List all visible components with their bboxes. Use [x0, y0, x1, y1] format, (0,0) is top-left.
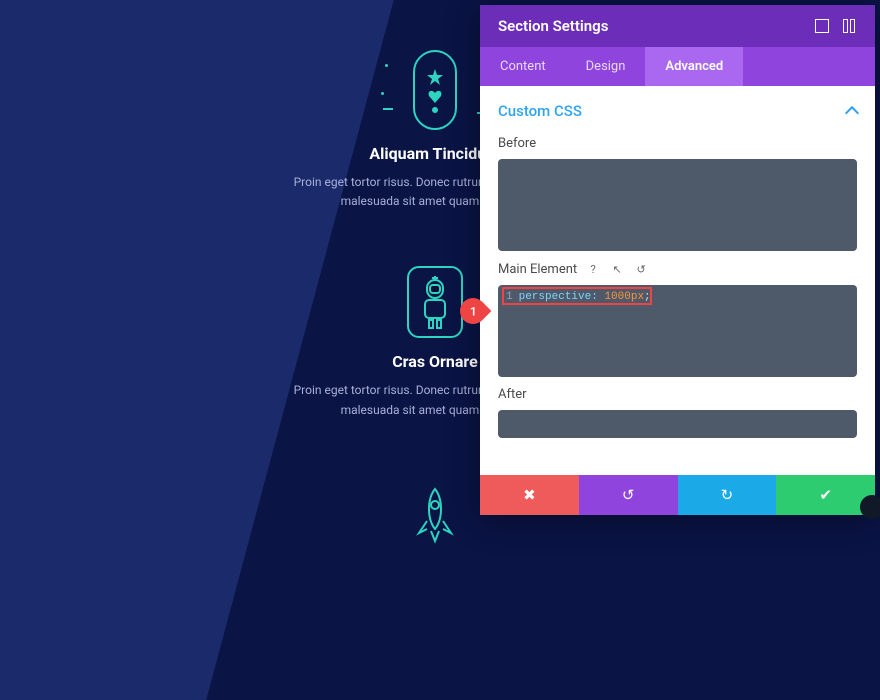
panel-footer: ✖ ↺ ↻ ✔ [480, 475, 875, 515]
star-heart-icon [413, 50, 457, 130]
tab-design[interactable]: Design [566, 47, 646, 86]
css-semicolon: ; [644, 291, 651, 303]
label-before: Before [498, 136, 857, 151]
astronaut-icon [407, 266, 463, 338]
floating-dot-icon [860, 495, 880, 519]
callout-number: 1 [470, 304, 477, 318]
column-view-icon[interactable] [843, 19, 857, 33]
tab-bar: Content Design Advanced [480, 47, 875, 86]
line-number: 1 [506, 291, 513, 303]
help-icon[interactable]: ? [585, 261, 601, 277]
undo-button[interactable]: ↺ [579, 475, 678, 515]
accordion-label: Custom CSS [498, 102, 582, 120]
rocket-icon [413, 475, 457, 555]
css-property: perspective: [519, 291, 598, 303]
label-main-element: Main Element ? ↖ ↺ [498, 261, 857, 277]
css-after-input[interactable] [498, 410, 857, 438]
main-element-text: Main Element [498, 262, 577, 277]
css-before-input[interactable] [498, 159, 857, 251]
settings-panel: Section Settings Content Design Advanced… [480, 5, 875, 515]
css-main-input[interactable]: 1 perspective: 1000px; [498, 285, 857, 377]
redo-button[interactable]: ↻ [678, 475, 777, 515]
panel-header: Section Settings [480, 5, 875, 47]
tab-content[interactable]: Content [480, 47, 566, 86]
reset-icon[interactable]: ↺ [633, 261, 649, 277]
accordion-custom-css[interactable]: Custom CSS [498, 102, 857, 120]
panel-body: Custom CSS Before Main Element ? ↖ ↺ 1 pe… [480, 86, 875, 475]
tab-advanced[interactable]: Advanced [645, 47, 743, 86]
label-after: After [498, 387, 857, 402]
css-value: 1000px [604, 291, 644, 303]
cancel-button[interactable]: ✖ [480, 475, 579, 515]
chevron-up-icon [845, 106, 859, 120]
panel-title: Section Settings [498, 17, 608, 35]
expand-icon[interactable] [815, 19, 829, 33]
cursor-icon[interactable]: ↖ [609, 261, 625, 277]
